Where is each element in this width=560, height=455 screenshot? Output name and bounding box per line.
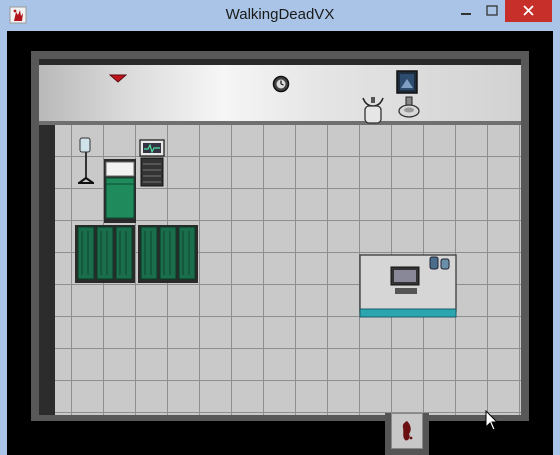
wall-picture-icon	[396, 70, 418, 94]
privacy-screen-icon	[138, 225, 198, 283]
window-frame-right	[553, 31, 560, 455]
reception-desk-icon[interactable]	[359, 253, 457, 319]
sink-icon	[362, 97, 384, 124]
close-button[interactable]	[505, 0, 552, 22]
minimize-icon	[461, 13, 471, 15]
mouse-cursor-icon	[485, 410, 499, 431]
maximize-icon	[486, 5, 498, 16]
bloody-hand-icon[interactable]	[9, 6, 27, 24]
game-viewport[interactable]	[7, 31, 553, 455]
red-exit-marker-icon	[109, 74, 127, 83]
heart-monitor-icon	[139, 139, 165, 187]
window-frame-left	[0, 31, 7, 455]
close-icon	[523, 5, 534, 16]
privacy-screen-icon	[75, 225, 135, 283]
medical-cart-icon	[398, 96, 420, 118]
iv-stand-icon	[78, 137, 94, 184]
minimize-button[interactable]	[453, 0, 479, 22]
maximize-button[interactable]	[479, 0, 505, 22]
hospital-bed-icon[interactable]	[102, 158, 138, 224]
title-bar: WalkingDeadVX	[0, 0, 560, 31]
floor-shadow	[39, 125, 55, 415]
blood-stain-icon	[402, 421, 413, 441]
wall-clock-icon	[272, 75, 290, 93]
